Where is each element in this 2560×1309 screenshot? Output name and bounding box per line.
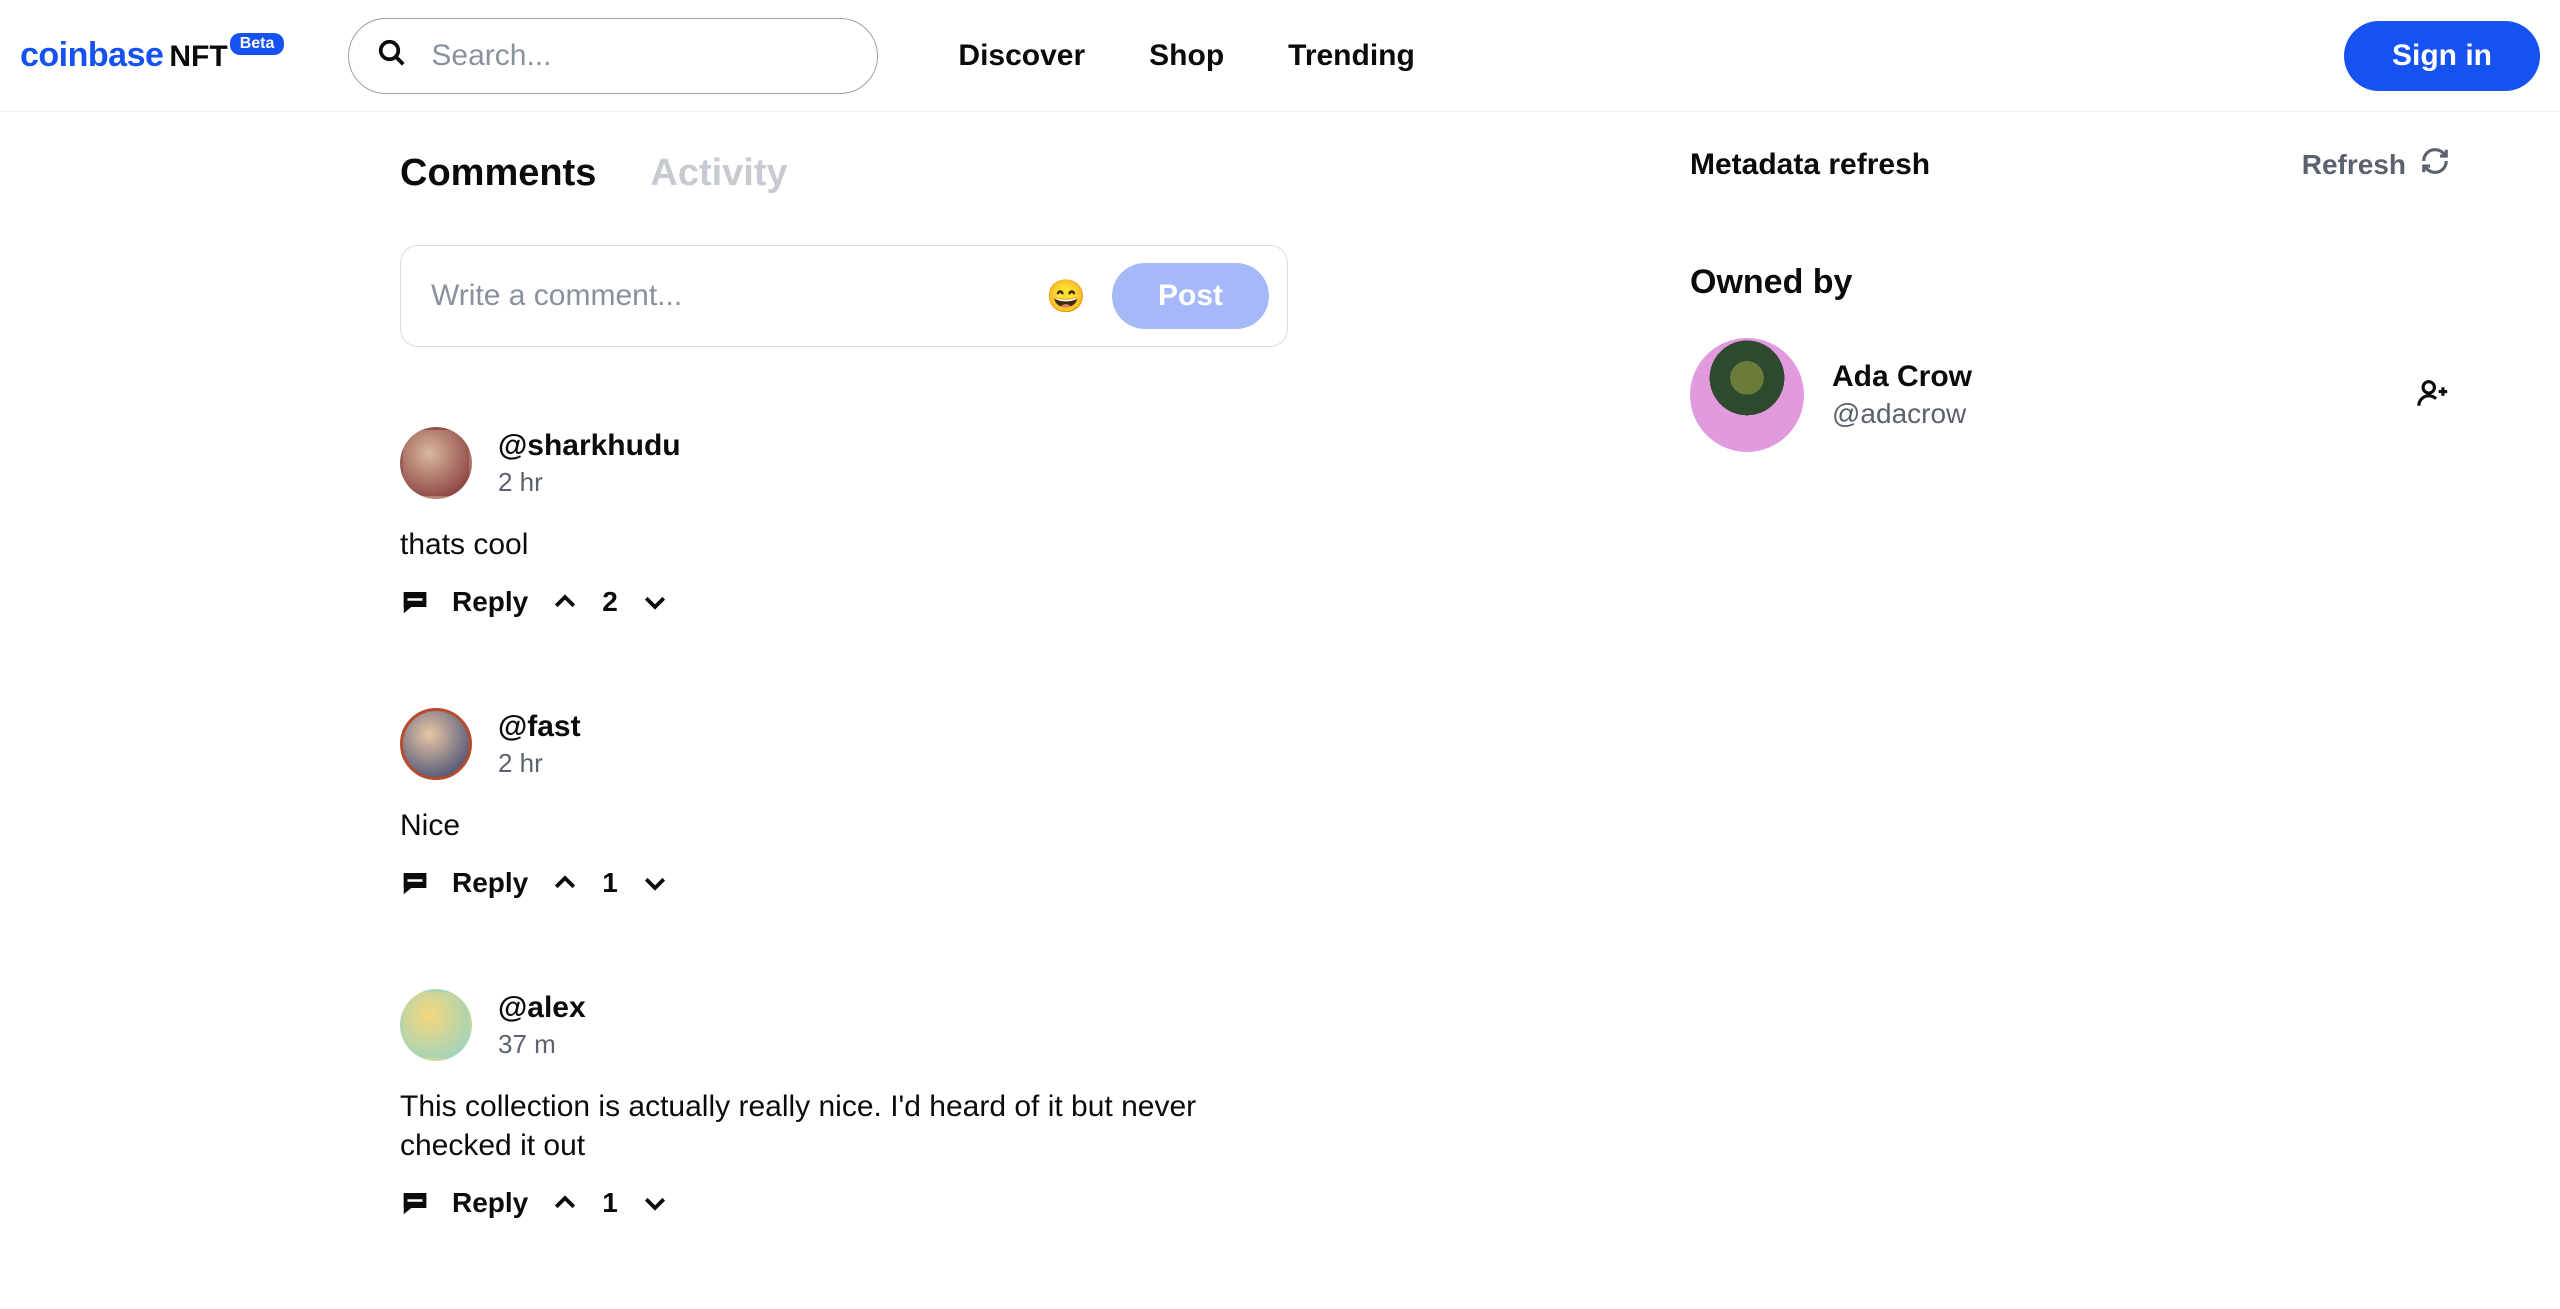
beta-badge: Beta — [230, 33, 285, 55]
comment-head: @fast 2 hr — [400, 708, 1480, 780]
reply-label[interactable]: Reply — [452, 1187, 528, 1219]
comment-actions: Reply 1 — [400, 1187, 1480, 1219]
metadata-label: Metadata refresh — [1690, 148, 1930, 182]
search-icon — [377, 38, 407, 73]
search-box[interactable] — [348, 18, 878, 94]
comment-avatar[interactable] — [400, 427, 472, 499]
logo[interactable]: coinbase NFT Beta — [20, 36, 288, 75]
reply-label[interactable]: Reply — [452, 867, 528, 899]
header-bar: coinbase NFT Beta Discover Shop Trending… — [0, 0, 2560, 112]
tab-comments[interactable]: Comments — [400, 152, 596, 195]
comment-head: @alex 37 m — [400, 989, 1480, 1061]
compose-box: 😄 Post — [400, 245, 1288, 347]
logo-nft: NFT — [169, 40, 227, 74]
upvote-icon[interactable] — [550, 1188, 580, 1218]
comment-body: thats cool — [400, 525, 1220, 564]
primary-nav: Discover Shop Trending — [958, 39, 1414, 73]
downvote-icon[interactable] — [640, 868, 670, 898]
search-input[interactable] — [431, 39, 849, 73]
comment-body: Nice — [400, 806, 1220, 845]
post-button[interactable]: Post — [1112, 263, 1269, 329]
comment-avatar[interactable] — [400, 989, 472, 1061]
comment-timestamp: 2 hr — [498, 748, 581, 779]
comment: @fast 2 hr Nice Reply 1 — [400, 708, 1480, 899]
refresh-icon — [2420, 146, 2450, 183]
comment: @sharkhudu 2 hr thats cool Reply 2 — [400, 427, 1480, 618]
vote-count: 1 — [602, 1187, 618, 1219]
comment-actions: Reply 2 — [400, 586, 1480, 618]
metadata-refresh-row: Metadata refresh Refresh — [1690, 146, 2450, 183]
comments-column: Comments Activity 😄 Post @sharkhudu 2 hr… — [400, 152, 1480, 1309]
tab-activity[interactable]: Activity — [650, 152, 787, 195]
comment-username[interactable]: @sharkhudu — [498, 429, 681, 463]
sidebar: Metadata refresh Refresh Owned by Ada Cr… — [1690, 152, 2450, 1309]
comment-username[interactable]: @alex — [498, 991, 586, 1025]
upvote-icon[interactable] — [550, 868, 580, 898]
comment-timestamp: 37 m — [498, 1029, 586, 1060]
reply-label[interactable]: Reply — [452, 586, 528, 618]
tabs: Comments Activity — [400, 152, 1480, 195]
comment-timestamp: 2 hr — [498, 467, 681, 498]
nav-discover[interactable]: Discover — [958, 39, 1085, 73]
follow-user-icon[interactable] — [2416, 376, 2450, 415]
comment-head: @sharkhudu 2 hr — [400, 427, 1480, 499]
comment-actions: Reply 1 — [400, 867, 1480, 899]
downvote-icon[interactable] — [640, 1188, 670, 1218]
owner-avatar[interactable] — [1690, 338, 1804, 452]
reply-icon[interactable] — [400, 1188, 430, 1218]
vote-count: 2 — [602, 586, 618, 618]
comment-body: This collection is actually really nice.… — [400, 1087, 1220, 1165]
logo-coinbase: coinbase — [20, 36, 163, 75]
signin-button[interactable]: Sign in — [2344, 21, 2540, 91]
owned-by-heading: Owned by — [1690, 263, 2450, 302]
main-content: Comments Activity 😄 Post @sharkhudu 2 hr… — [0, 112, 2560, 1309]
comment-username[interactable]: @fast — [498, 710, 581, 744]
comments-list: @sharkhudu 2 hr thats cool Reply 2 — [400, 427, 1480, 1219]
refresh-label: Refresh — [2302, 149, 2406, 181]
comment-input[interactable] — [431, 279, 1046, 313]
reply-icon[interactable] — [400, 587, 430, 617]
owner-info[interactable]: Ada Crow @adacrow — [1832, 360, 1972, 430]
comment: @alex 37 m This collection is actually r… — [400, 989, 1480, 1219]
vote-count: 1 — [602, 867, 618, 899]
owner-handle: @adacrow — [1832, 398, 1972, 430]
comment-avatar[interactable] — [400, 708, 472, 780]
owner-name: Ada Crow — [1832, 360, 1972, 394]
downvote-icon[interactable] — [640, 587, 670, 617]
upvote-icon[interactable] — [550, 587, 580, 617]
refresh-button[interactable]: Refresh — [2302, 146, 2450, 183]
owner-row: Ada Crow @adacrow — [1690, 338, 2450, 452]
nav-shop[interactable]: Shop — [1149, 39, 1224, 73]
reply-icon[interactable] — [400, 868, 430, 898]
emoji-picker-icon[interactable]: 😄 — [1046, 277, 1086, 315]
nav-trending[interactable]: Trending — [1288, 39, 1415, 73]
